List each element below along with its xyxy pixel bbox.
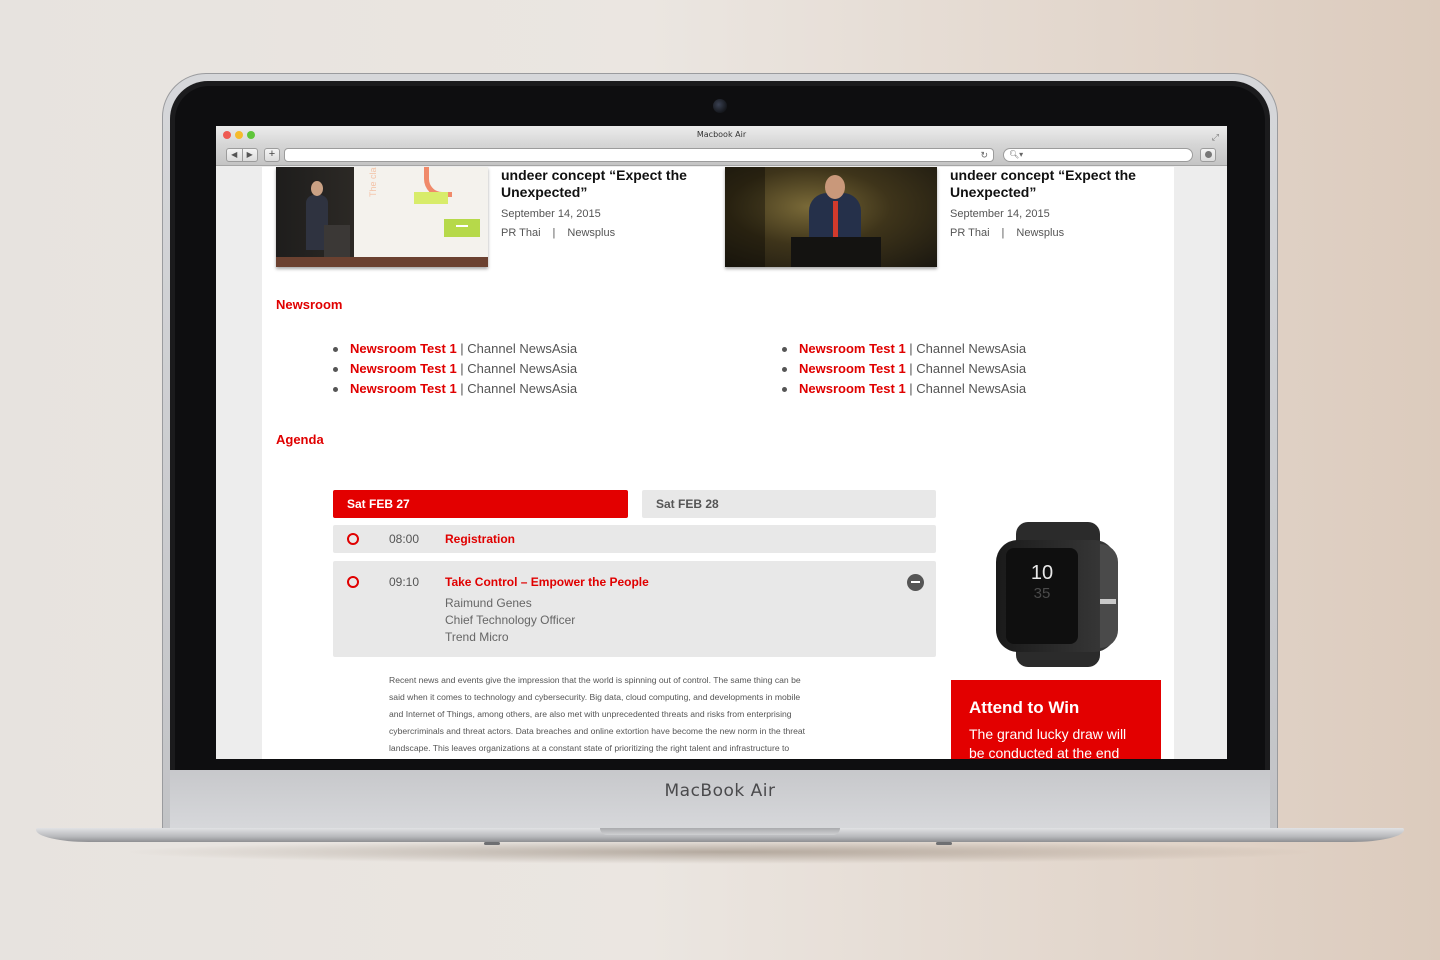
laptop-opening-notch [600,828,840,835]
list-item: Newsroom Test 1 | Channel NewsAsia [782,379,1026,399]
laptop-foot [936,842,952,845]
session-status-icon [347,576,359,588]
channel-label: | Channel NewsAsia [905,381,1027,396]
close-window-button[interactable] [223,131,231,139]
session-title[interactable]: Registration [445,532,515,546]
list-item: Newsroom Test 1 | Channel NewsAsia [782,359,1026,379]
watch-hour: 10 [1030,562,1054,584]
tab-sat-feb-28[interactable]: Sat FEB 28 [642,490,936,518]
session-time: 08:00 [389,532,420,546]
new-tab-button[interactable]: + [264,148,280,162]
news-thumbnail[interactable]: The classic [276,167,488,267]
tab-sat-feb-27[interactable]: Sat FEB 27 [333,490,628,518]
newsroom-link[interactable]: Newsroom Test 1 [350,361,457,376]
news-date: September 14, 2015 [501,208,601,220]
description-line: cybercriminals and threat actors. Data b… [389,726,806,736]
browser-window: Macbook Air ⤢ ◀ ▶ + ↻ 🔍︎▾ The classic un… [216,126,1227,759]
description-line: landscape. This leaves organizations at … [389,743,790,753]
news-thumbnail[interactable] [725,167,937,267]
window-controls [223,131,255,139]
back-arrow-icon[interactable]: ◀ [227,149,242,161]
watch-minutes: 35 [1033,585,1051,602]
news-outlet[interactable]: Newsplus [567,227,615,239]
channel-label: | Channel NewsAsia [456,341,578,356]
list-item: Newsroom Test 1 | Channel NewsAsia [333,379,577,399]
session-title[interactable]: Take Control – Empower the People [445,575,649,589]
channel-label: | Channel NewsAsia [456,381,578,396]
speaker-role: Chief Technology Officer [445,613,576,627]
news-source[interactable]: PR Thai [950,227,990,239]
session-description: Recent news and events give the impressi… [389,672,874,757]
speaker-company: Trend Micro [445,630,509,644]
channel-label: | Channel NewsAsia [905,341,1027,356]
zoom-window-button[interactable] [247,131,255,139]
reload-icon[interactable]: ↻ [980,149,988,162]
newsroom-link[interactable]: Newsroom Test 1 [350,341,457,356]
newsroom-link[interactable]: Newsroom Test 1 [799,381,906,396]
minimize-window-button[interactable] [235,131,243,139]
collapse-icon[interactable] [907,574,924,591]
browser-titlebar: Macbook Air ⤢ [216,126,1227,144]
description-line: and Internet of Things, among others, ar… [389,709,792,719]
news-meta: PR Thai | Newsplus [950,227,1160,239]
downloads-icon[interactable] [1200,148,1216,162]
laptop-foot [484,842,500,845]
list-item: Newsroom Test 1 | Channel NewsAsia [782,339,1026,359]
search-field[interactable]: 🔍︎▾ [1003,148,1193,162]
news-source[interactable]: PR Thai [501,227,541,239]
description-line: said when it comes to technology and cyb… [389,692,801,702]
news-date: September 14, 2015 [950,208,1050,220]
meta-separator: | [552,227,556,239]
promo-title: Attend to Win [969,698,1080,717]
laptop-shadow [120,840,1320,864]
channel-label: | Channel NewsAsia [905,361,1027,376]
address-bar[interactable]: ↻ [284,148,994,162]
promo-text-line: The grand lucky draw will [969,726,1127,742]
list-item: Newsroom Test 1 | Channel NewsAsia [333,339,577,359]
promo-text: The grand lucky draw will be conducted at… [969,725,1161,759]
newsroom-list-left: Newsroom Test 1 | Channel NewsAsia Newsr… [333,339,577,399]
newsroom-heading: Newsroom [276,297,343,312]
description-line: Recent news and events give the impressi… [389,675,801,685]
device-brand-label: MacBook Air [664,781,776,801]
channel-label: | Channel NewsAsia [456,361,578,376]
promo-text-line: be conducted at the end [969,745,1120,759]
browser-toolbar: ◀ ▶ + ↻ 🔍︎▾ [216,144,1227,166]
camera-icon [713,99,727,113]
window-title: Macbook Air [696,130,747,139]
news-outlet[interactable]: Newsplus [1016,227,1064,239]
news-title[interactable]: undeer concept “Expect the Unexpected” [950,167,1160,201]
session-time: 09:10 [389,575,420,589]
history-nav: ◀ ▶ [226,148,258,162]
smartwatch-image: 10 35 [988,522,1118,667]
agenda-session-row[interactable]: 09:10 Take Control – Empower the People … [333,561,936,657]
news-title[interactable]: undeer concept “Expect the Unexpected” [501,167,711,201]
newsroom-link[interactable]: Newsroom Test 1 [799,361,906,376]
web-page: The classic undeer concept “Expect the U… [262,167,1174,759]
newsroom-list-right: Newsroom Test 1 | Channel NewsAsia Newsr… [782,339,1026,399]
attend-to-win-banner[interactable]: Attend to Win The grand lucky draw will b… [951,680,1161,759]
speaker-name: Raimund Genes [445,596,532,610]
agenda-session-row[interactable]: 08:00 Registration [333,525,936,553]
session-status-icon [347,533,359,545]
forward-arrow-icon[interactable]: ▶ [241,149,258,161]
news-meta: PR Thai | Newsplus [501,227,711,239]
news-card-text: undeer concept “Expect the Unexpected” S… [501,167,711,239]
newsroom-link[interactable]: Newsroom Test 1 [799,341,906,356]
news-card-text: undeer concept “Expect the Unexpected” S… [950,167,1160,239]
agenda-heading: Agenda [276,432,324,447]
search-icon: 🔍︎▾ [1009,150,1024,159]
list-item: Newsroom Test 1 | Channel NewsAsia [333,359,577,379]
newsroom-link[interactable]: Newsroom Test 1 [350,381,457,396]
meta-separator: | [1001,227,1005,239]
